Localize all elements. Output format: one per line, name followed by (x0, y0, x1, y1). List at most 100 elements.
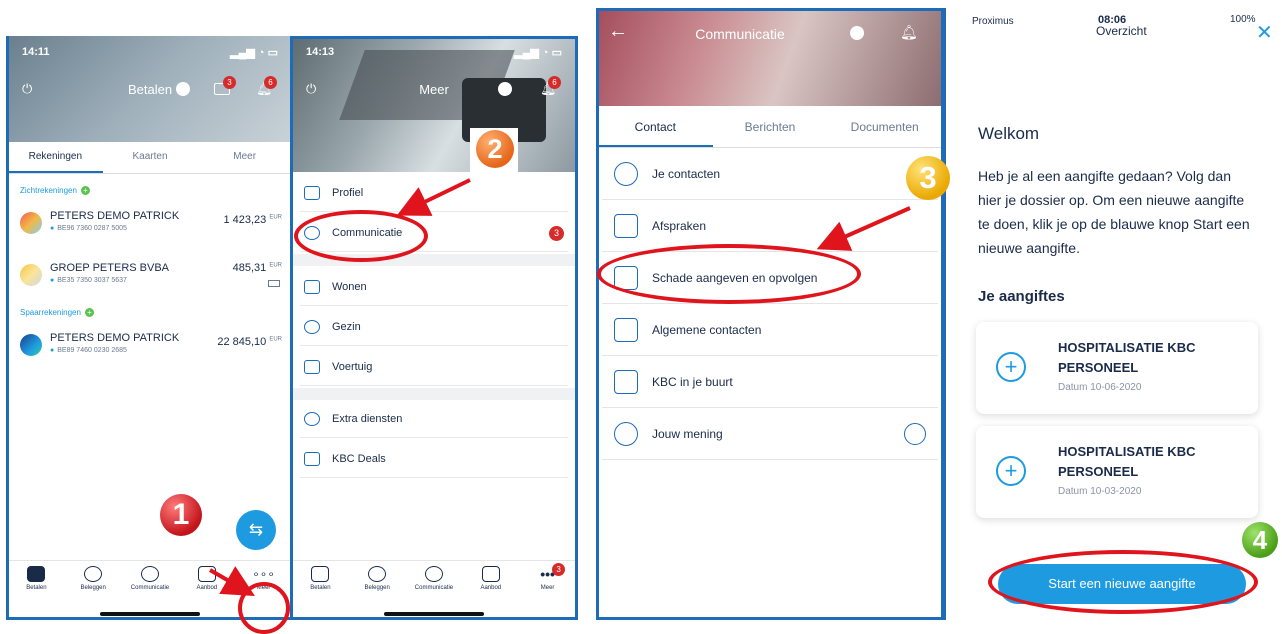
menu-profiel[interactable]: Profiel (300, 174, 568, 212)
home-indicator (384, 612, 484, 616)
account-row[interactable]: PETERS DEMO PATRICK BE89 7460 0230 2685 … (20, 328, 282, 368)
account-amount: 1 423,23 EUR (223, 214, 282, 226)
chat-icon[interactable] (850, 26, 864, 40)
card-icon (268, 280, 280, 287)
contacts-card-icon (614, 317, 638, 342)
person-icon (614, 161, 638, 186)
add-icon[interactable]: + (80, 186, 90, 195)
menu-wonen[interactable]: Wonen (300, 268, 568, 306)
section-spaarrekeningen: Spaarrekeningen + (20, 308, 94, 317)
nav-beleggen[interactable]: Beleggen (66, 561, 121, 618)
menu-kbc-deals[interactable]: KBC Deals (300, 440, 568, 478)
account-icon (20, 212, 42, 234)
account-iban: BE35 7350 3037 5637 (50, 277, 127, 284)
bell-badge: 6 (264, 76, 277, 89)
row-jouw-mening[interactable]: Jouw mening (602, 408, 938, 460)
claim-date: Datum 10-03-2020 (1058, 486, 1142, 497)
step-badge-2: 2 (476, 130, 514, 168)
account-name: GROEP PETERS BVBA (50, 262, 170, 274)
account-icon (20, 264, 42, 286)
add-icon[interactable]: + (84, 308, 94, 317)
piggy-bank-icon (84, 566, 103, 582)
close-icon[interactable]: ✕ (1256, 20, 1273, 45)
header-betalen: 14:11 ▂▄▆ ◔ ▭ ⏻ Betalen 3 🔔︎ 6 (8, 36, 292, 142)
nav-beleggen[interactable]: Beleggen (350, 561, 405, 618)
status-time: 14:11 (22, 46, 50, 58)
cart-icon (197, 566, 216, 582)
menu-voertuig[interactable]: Voertuig (300, 348, 568, 386)
services-icon (304, 411, 320, 426)
row-algemene-contacten[interactable]: Algemene contacten (602, 304, 938, 356)
signal-icon: ▂▄▆ ◔ ▭ (514, 47, 562, 59)
claim-card[interactable]: + HOSPITALISATIE KBC PERSONEEL Datum 10-… (976, 322, 1258, 414)
nav-betalen[interactable]: Betalen (293, 561, 348, 618)
tab-meer[interactable]: Meer (197, 142, 292, 173)
wallet-icon (27, 566, 46, 582)
bottom-nav: Betalen Beleggen Communicatie Aanbod •••… (292, 560, 576, 618)
deals-icon (304, 451, 320, 466)
plus-cross-icon: + (996, 456, 1026, 486)
wallet-icon (311, 566, 330, 582)
bell-icon[interactable]: 🔔︎ (900, 24, 918, 41)
header-title: Overzicht (1096, 24, 1147, 38)
family-icon (304, 319, 320, 334)
globe-icon[interactable] (904, 422, 926, 445)
nav-communicatie[interactable]: Communicatie (122, 561, 177, 618)
home-indicator (100, 612, 200, 616)
nav-meer[interactable]: ••• Meer 3 (520, 561, 575, 618)
step-badge-4: 4 (1242, 522, 1278, 558)
nav-aanbod[interactable]: Aanbod (179, 561, 234, 618)
chat-icon[interactable] (498, 82, 512, 96)
nav-betalen[interactable]: Betalen (9, 561, 64, 618)
header-communicatie: ← Communicatie 🔔︎ (598, 8, 942, 106)
row-afspraken[interactable]: Afspraken (602, 200, 938, 252)
account-iban: BE89 7460 0230 2685 (50, 347, 127, 354)
account-iban: BE96 7360 0287 5005 (50, 225, 127, 232)
menu-gezin[interactable]: Gezin (300, 308, 568, 346)
account-row[interactable]: GROEP PETERS BVBA BE35 7350 3037 5637 48… (20, 258, 282, 298)
screen-meer: 14:13 ▂▄▆ ◔ ▭ ⏻ Meer 🔔︎ 6 Profiel Communi… (292, 36, 576, 618)
highlight-communicatie (294, 210, 428, 262)
nav-communicatie[interactable]: Communicatie (406, 561, 461, 618)
map-pin-icon (614, 369, 638, 394)
claim-date: Datum 10-06-2020 (1058, 382, 1142, 393)
more-dots-icon: ∘∘∘ (252, 567, 275, 581)
tabs-betalen: Rekeningen Kaarten Meer (8, 142, 292, 174)
step-badge-3: 3 (906, 156, 950, 200)
transfer-button[interactable]: ⇆ (236, 510, 276, 550)
cart-icon (481, 566, 500, 582)
account-name: PETERS DEMO PATRICK (50, 332, 180, 344)
tab-contact[interactable]: Contact (598, 106, 713, 147)
highlight-start-button (988, 550, 1258, 614)
plus-cross-icon: + (996, 352, 1026, 382)
claim-card[interactable]: + HOSPITALISATIE KBC PERSONEEL Datum 10-… (976, 426, 1258, 518)
row-je-contacten[interactable]: Je contacten (602, 148, 938, 200)
account-row[interactable]: PETERS DEMO PATRICK BE96 7360 0287 5005 … (20, 206, 282, 246)
status-battery: 100% (1230, 14, 1256, 25)
section-zichtrekeningen: Zichtrekeningen + (20, 186, 90, 195)
signal-icon: ▂▄▆ ◔ ▭ (230, 47, 278, 59)
chat-icon[interactable] (176, 82, 190, 96)
header-title: Betalen (127, 82, 173, 97)
piggy-bank-icon (368, 566, 387, 582)
car-icon (304, 359, 320, 374)
more-dots-icon: ••• (540, 566, 555, 582)
screen-overzicht: Proximus 08:06 Overzicht 100% ✕ Welkom H… (944, 8, 1282, 618)
status-carrier: Proximus (972, 16, 1014, 27)
step-badge-1: 1 (160, 494, 202, 536)
communicatie-badge: 3 (549, 226, 564, 241)
tab-documenten[interactable]: Documenten (827, 106, 942, 147)
header-meer: 14:13 ▂▄▆ ◔ ▭ ⏻ Meer 🔔︎ 6 (292, 36, 576, 172)
intro-text: Heb je al een aangifte gedaan? Volg dan … (978, 168, 1250, 256)
chat-bubble-icon (424, 566, 443, 582)
tab-berichten[interactable]: Berichten (713, 106, 828, 147)
tab-rekeningen[interactable]: Rekeningen (8, 142, 103, 173)
account-amount: 22 845,10 EUR (217, 336, 282, 348)
section-heading: Je aangiftes (978, 288, 1065, 305)
tab-kaarten[interactable]: Kaarten (103, 142, 198, 173)
highlight-schade (597, 244, 861, 304)
profile-icon (304, 185, 320, 200)
nav-aanbod[interactable]: Aanbod (463, 561, 518, 618)
menu-extra-diensten[interactable]: Extra diensten (300, 400, 568, 438)
row-kbc-in-je-buurt[interactable]: KBC in je buurt (602, 356, 938, 408)
